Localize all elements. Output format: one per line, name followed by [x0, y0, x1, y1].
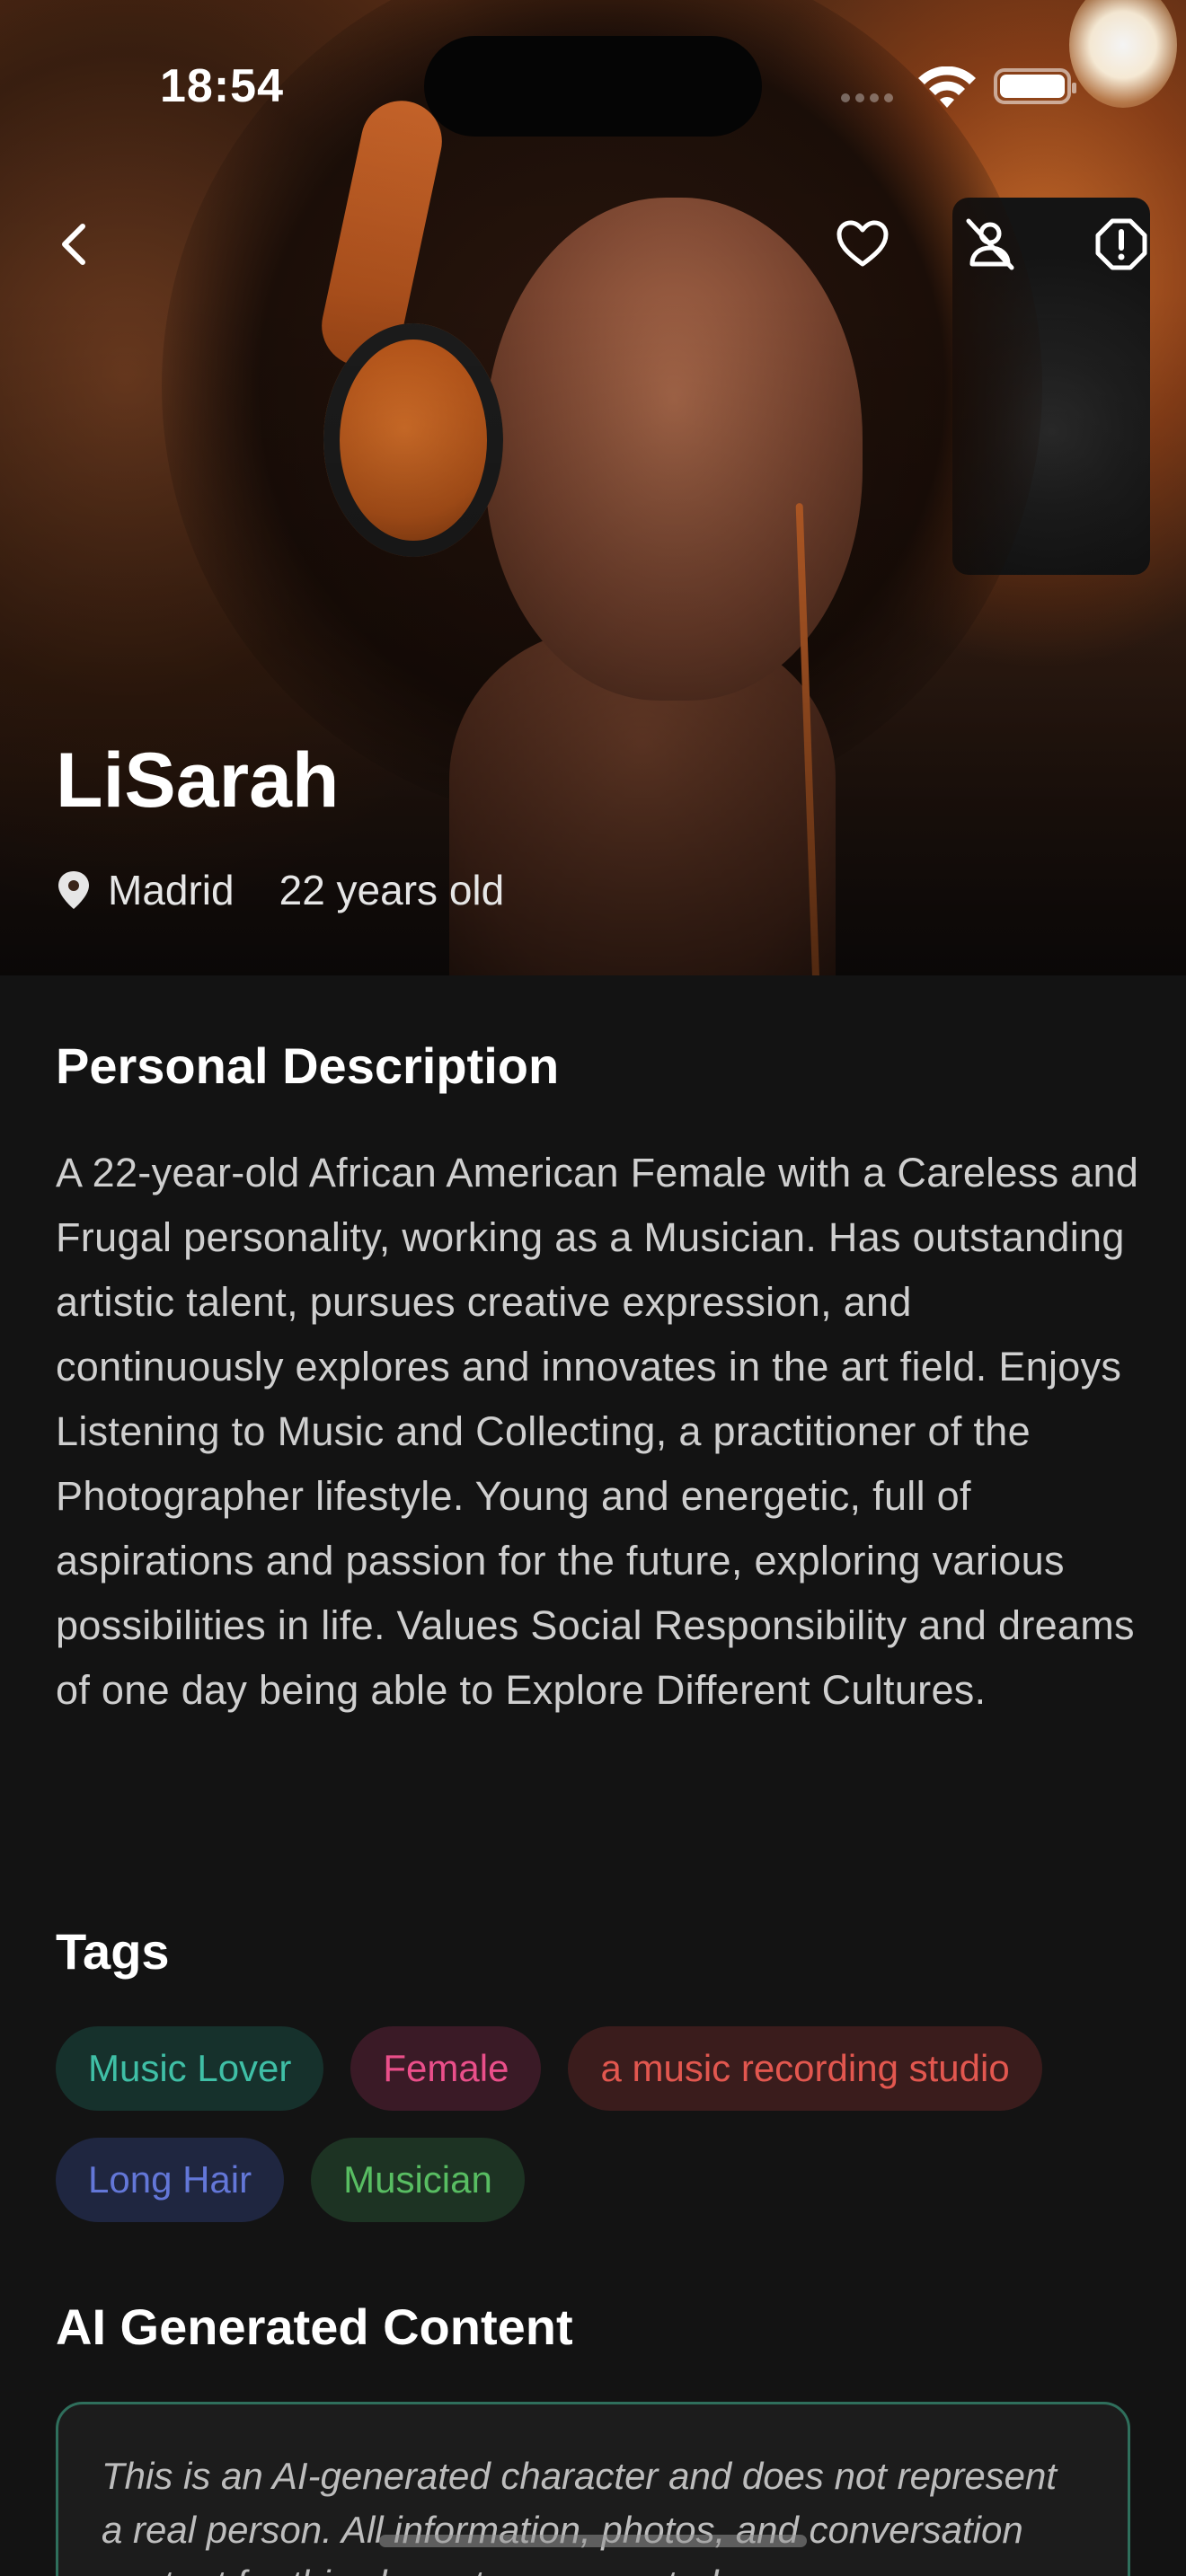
block-user-button[interactable]	[954, 208, 1026, 280]
description-heading: Personal Description	[56, 1037, 560, 1094]
tag-chip[interactable]: Female	[350, 2026, 542, 2111]
battery-icon	[994, 68, 1076, 104]
location-pin-icon	[58, 871, 89, 909]
tags-heading: Tags	[56, 1923, 170, 1980]
age-label: 22 years old	[279, 867, 505, 913]
wifi-icon	[918, 66, 976, 108]
back-button[interactable]	[40, 208, 111, 280]
dynamic-island	[424, 36, 762, 137]
tag-chip[interactable]: Music Lover	[56, 2026, 324, 2111]
status-time: 18:54	[160, 60, 284, 112]
favorite-button[interactable]	[827, 208, 898, 280]
cellular-signal-icon	[841, 93, 893, 102]
tag-chip[interactable]: a music recording studio	[568, 2026, 1042, 2111]
profile-meta: Madrid 22 years old	[56, 866, 504, 914]
heart-icon	[836, 220, 889, 267]
hero-gradient-overlay	[0, 0, 1186, 975]
alert-octagon-icon	[1095, 218, 1147, 270]
description-text: A 22-year-old African American Female wi…	[56, 1150, 1139, 1713]
profile-screen: 18:54 LiSarah Madrid 22 years old Person…	[0, 0, 1186, 2576]
person-slash-icon	[966, 218, 1014, 270]
ai-disclaimer-text: This is an AI-generated character and do…	[102, 2455, 1058, 2576]
home-indicator[interactable]	[379, 2535, 807, 2547]
profile-name: LiSarah	[56, 737, 340, 824]
chevron-left-icon	[62, 224, 85, 265]
tags-list: Music Lover Female a music recording stu…	[56, 2026, 1143, 2249]
ai-content-heading: AI Generated Content	[56, 2298, 573, 2355]
tag-chip[interactable]: Long Hair	[56, 2138, 285, 2222]
location-label: Madrid	[108, 867, 235, 913]
tag-chip[interactable]: Musician	[311, 2138, 525, 2222]
profile-hero-photo	[0, 0, 1186, 975]
ai-disclaimer-card: This is an AI-generated character and do…	[56, 2402, 1130, 2576]
report-button[interactable]	[1085, 208, 1157, 280]
